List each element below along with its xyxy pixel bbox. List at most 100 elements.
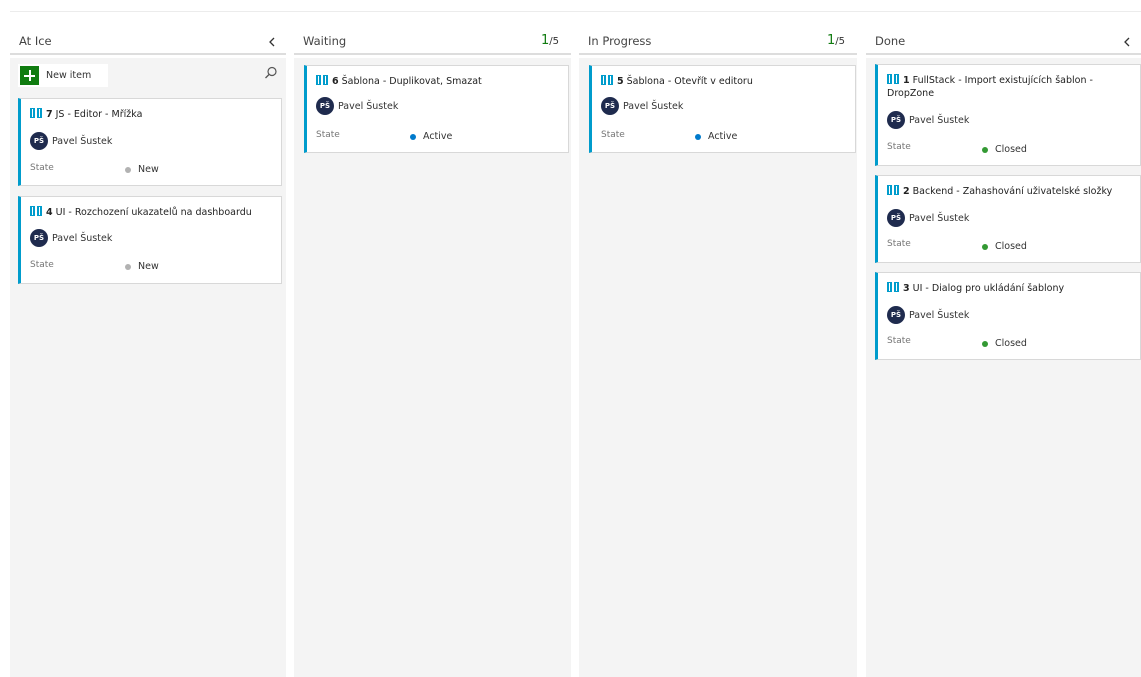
column-at-ice: New item 7 JS - Editor - Mřížka PŠ Pavel … <box>10 58 286 677</box>
column-title: Waiting <box>303 34 347 48</box>
wip-count: 1/5 <box>827 33 845 48</box>
state-label: State <box>30 260 54 270</box>
card-title-row: 1 FullStack - Import existujících šablon … <box>887 74 1132 100</box>
card-title[interactable]: UI - Rozchození ukazatelů na dashboardu <box>56 207 252 218</box>
top-divider <box>10 11 1141 12</box>
assignee[interactable]: PŠ Pavel Šustek <box>30 132 112 150</box>
card-title[interactable]: Šablona - Duplikovat, Smazat <box>342 76 482 87</box>
state-text: Active <box>708 131 738 142</box>
avatar: PŠ <box>887 111 905 129</box>
work-item-card[interactable]: 4 UI - Rozchození ukazatelů na dashboardu… <box>18 196 282 284</box>
book-icon <box>887 282 899 292</box>
column-header-in-progress[interactable]: In Progress 1/5 <box>579 29 857 55</box>
state-value[interactable]: Active <box>410 131 452 142</box>
column-done: 1 FullStack - Import existujících šablon … <box>866 58 1141 677</box>
work-item-card[interactable]: 5 Šablona - Otevřít v editoru PŠ Pavel Šu… <box>589 65 856 153</box>
avatar: PŠ <box>316 97 334 115</box>
work-item-card[interactable]: 2 Backend - Zahashování uživatelské složk… <box>875 175 1141 263</box>
state-dot-icon <box>695 133 701 140</box>
state-dot-icon <box>125 166 131 173</box>
card-title-row: 7 JS - Editor - Mřížka <box>30 108 273 121</box>
column-header-at-ice[interactable]: At Ice <box>10 29 286 55</box>
state-value[interactable]: Active <box>695 131 737 142</box>
state-dot-icon <box>982 340 988 347</box>
card-title[interactable]: UI - Dialog pro ukládání šablony <box>913 283 1064 294</box>
plus-icon <box>20 66 39 85</box>
search-icon[interactable] <box>264 66 278 80</box>
work-item-card[interactable]: 1 FullStack - Import existujících šablon … <box>875 64 1141 166</box>
avatar: PŠ <box>601 97 619 115</box>
assignee-name: Pavel Šustek <box>623 100 684 112</box>
card-id[interactable]: 4 <box>46 207 53 218</box>
state-value[interactable]: Closed <box>982 241 1027 252</box>
avatar: PŠ <box>30 229 48 247</box>
avatar: PŠ <box>887 306 905 324</box>
card-title-row: 3 UI - Dialog pro ukládání šablony <box>887 282 1132 295</box>
state-dot-icon <box>410 133 416 140</box>
assignee[interactable]: PŠ Pavel Šustek <box>601 97 683 115</box>
card-title[interactable]: Šablona - Otevřít v editoru <box>627 76 753 87</box>
assignee[interactable]: PŠ Pavel Šustek <box>887 111 969 129</box>
card-id[interactable]: 6 <box>332 76 339 87</box>
card-id[interactable]: 3 <box>903 283 910 294</box>
work-item-card[interactable]: 3 UI - Dialog pro ukládání šablony PŠ Pav… <box>875 272 1141 360</box>
assignee[interactable]: PŠ Pavel Šustek <box>887 306 969 324</box>
card-title[interactable]: Backend - Zahashování uživatelské složky <box>913 186 1113 197</box>
book-icon <box>887 185 899 195</box>
card-id[interactable]: 1 <box>903 75 910 86</box>
state-label: State <box>30 163 54 173</box>
state-text: Closed <box>995 241 1027 252</box>
assignee[interactable]: PŠ Pavel Šustek <box>30 229 112 247</box>
wip-limit: /5 <box>835 36 845 47</box>
new-item-label: New item <box>46 70 92 81</box>
state-text: Active <box>423 131 453 142</box>
wip-limit: /5 <box>549 36 559 47</box>
column-title: At Ice <box>19 34 52 48</box>
avatar: PŠ <box>30 132 48 150</box>
card-id[interactable]: 2 <box>903 186 910 197</box>
state-label: State <box>601 130 625 140</box>
book-icon <box>887 74 899 84</box>
new-item-button[interactable]: New item <box>18 64 108 87</box>
assignee[interactable]: PŠ Pavel Šustek <box>316 97 398 115</box>
card-title[interactable]: FullStack - Import existujících šablon -… <box>887 75 1093 99</box>
state-value[interactable]: Closed <box>982 144 1027 155</box>
card-title[interactable]: JS - Editor - Mřížka <box>56 109 143 120</box>
state-label: State <box>887 239 911 249</box>
card-id[interactable]: 7 <box>46 109 53 120</box>
state-value[interactable]: New <box>125 261 159 272</box>
work-item-card[interactable]: 7 JS - Editor - Mřížka PŠ Pavel Šustek St… <box>18 98 282 186</box>
state-text: New <box>138 164 159 175</box>
column-in-progress: 5 Šablona - Otevřít v editoru PŠ Pavel Šu… <box>579 58 857 677</box>
column-header-waiting[interactable]: Waiting 1/5 <box>294 29 571 55</box>
state-value[interactable]: New <box>125 164 159 175</box>
state-dot-icon <box>125 263 131 270</box>
assignee-name: Pavel Šustek <box>909 212 970 224</box>
assignee-name: Pavel Šustek <box>909 309 970 321</box>
chevron-left-icon[interactable] <box>1121 35 1133 49</box>
card-title-row: 2 Backend - Zahashování uživatelské složk… <box>887 185 1132 198</box>
assignee-name: Pavel Šustek <box>52 232 113 244</box>
avatar: PŠ <box>887 209 905 227</box>
column-waiting: 6 Šablona - Duplikovat, Smazat PŠ Pavel Š… <box>294 58 571 677</box>
assignee-name: Pavel Šustek <box>338 100 399 112</box>
work-item-card[interactable]: 6 Šablona - Duplikovat, Smazat PŠ Pavel Š… <box>304 65 569 153</box>
assignee-name: Pavel Šustek <box>909 114 970 126</box>
book-icon <box>601 75 613 85</box>
state-dot-icon <box>982 243 988 250</box>
state-label: State <box>316 130 340 140</box>
state-text: Closed <box>995 144 1027 155</box>
card-id[interactable]: 5 <box>617 76 624 87</box>
state-text: New <box>138 261 159 272</box>
chevron-left-icon[interactable] <box>266 35 278 49</box>
card-title-row: 5 Šablona - Otevřít v editoru <box>601 75 847 88</box>
book-icon <box>30 108 42 118</box>
assignee[interactable]: PŠ Pavel Šustek <box>887 209 969 227</box>
column-title: Done <box>875 34 906 48</box>
wip-count: 1/5 <box>541 33 559 48</box>
column-header-done[interactable]: Done <box>866 29 1141 55</box>
state-value[interactable]: Closed <box>982 338 1027 349</box>
card-title-row: 6 Šablona - Duplikovat, Smazat <box>316 75 560 88</box>
card-title-row: 4 UI - Rozchození ukazatelů na dashboardu <box>30 206 273 219</box>
column-title: In Progress <box>588 34 652 48</box>
